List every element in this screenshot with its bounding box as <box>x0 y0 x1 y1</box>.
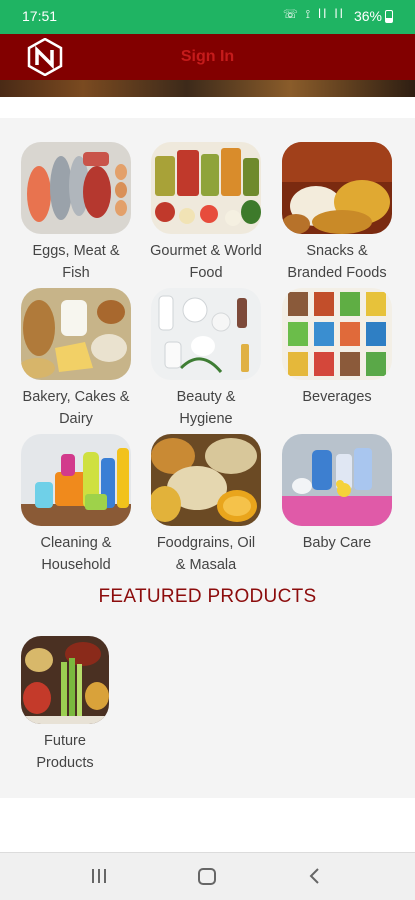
category-label: Foodgrains, Oil & Masala <box>156 535 256 573</box>
featured-products-heading: FEATURED PRODUCTS <box>98 586 317 607</box>
baby-care-photo <box>282 434 392 526</box>
banner-image[interactable] <box>0 80 415 97</box>
category-label: Eggs, Meat & Fish <box>32 243 120 281</box>
featured-item-label: Future Products <box>36 733 94 771</box>
category-label: Beauty & Hygiene <box>176 389 236 427</box>
category-label: Beverages <box>302 389 372 405</box>
grains-oil-photo <box>151 434 261 526</box>
category-eggs-meat-fish[interactable]: Eggs, Meat & Fish <box>20 142 132 284</box>
category-baby-care[interactable]: Baby Care <box>281 434 393 554</box>
cleaning-supplies-photo <box>21 434 131 526</box>
status-bar: 17:51 ☏ ⟟ ⅼⅼ ⅼⅼ 36% <box>0 0 415 34</box>
category-snacks-branded-foods[interactable]: Snacks & Branded Foods <box>281 142 393 284</box>
category-beauty-hygiene[interactable]: Beauty & Hygiene <box>150 288 262 430</box>
bakery-dairy-photo <box>21 288 131 380</box>
category-bakery-cakes-dairy[interactable]: Bakery, Cakes & Dairy <box>20 288 132 430</box>
category-gourmet-world-food[interactable]: Gourmet & World Food <box>150 142 262 284</box>
featured-item-future-products[interactable]: Future Products <box>20 636 110 774</box>
meat-fish-photo <box>21 142 131 234</box>
app-header: Sign In <box>0 34 415 80</box>
category-label: Cleaning & Household <box>40 535 112 573</box>
battery-indicator: 36% <box>354 8 393 24</box>
category-foodgrains-oil-masala[interactable]: Foodgrains, Oil & Masala <box>150 434 262 576</box>
battery-icon <box>385 10 393 23</box>
category-label: Bakery, Cakes & Dairy <box>22 389 130 427</box>
category-label: Gourmet & World Food <box>150 243 262 281</box>
sign-in-button[interactable]: Sign In <box>0 48 415 66</box>
beverages-photo <box>282 288 392 380</box>
category-label: Baby Care <box>302 535 372 551</box>
category-beverages[interactable]: Beverages <box>281 288 393 408</box>
snacks-photo <box>282 142 392 234</box>
gourmet-jars-photo <box>151 142 261 234</box>
category-cleaning-household[interactable]: Cleaning & Household <box>20 434 132 576</box>
status-time: 17:51 <box>22 8 58 24</box>
future-products-photo <box>21 636 109 724</box>
recent-apps-icon[interactable] <box>90 865 108 887</box>
battery-percent: 36% <box>353 8 382 24</box>
system-nav-bar <box>0 852 415 900</box>
home-icon[interactable] <box>196 865 218 887</box>
back-icon[interactable] <box>306 865 322 887</box>
beauty-products-photo <box>151 288 261 380</box>
main-content: Eggs, Meat & Fish Gourmet & World Food S… <box>0 118 415 900</box>
category-label: Snacks & Branded Foods <box>287 243 387 281</box>
status-icons: ☏ ⟟ ⅼⅼ ⅼⅼ <box>282 7 345 21</box>
